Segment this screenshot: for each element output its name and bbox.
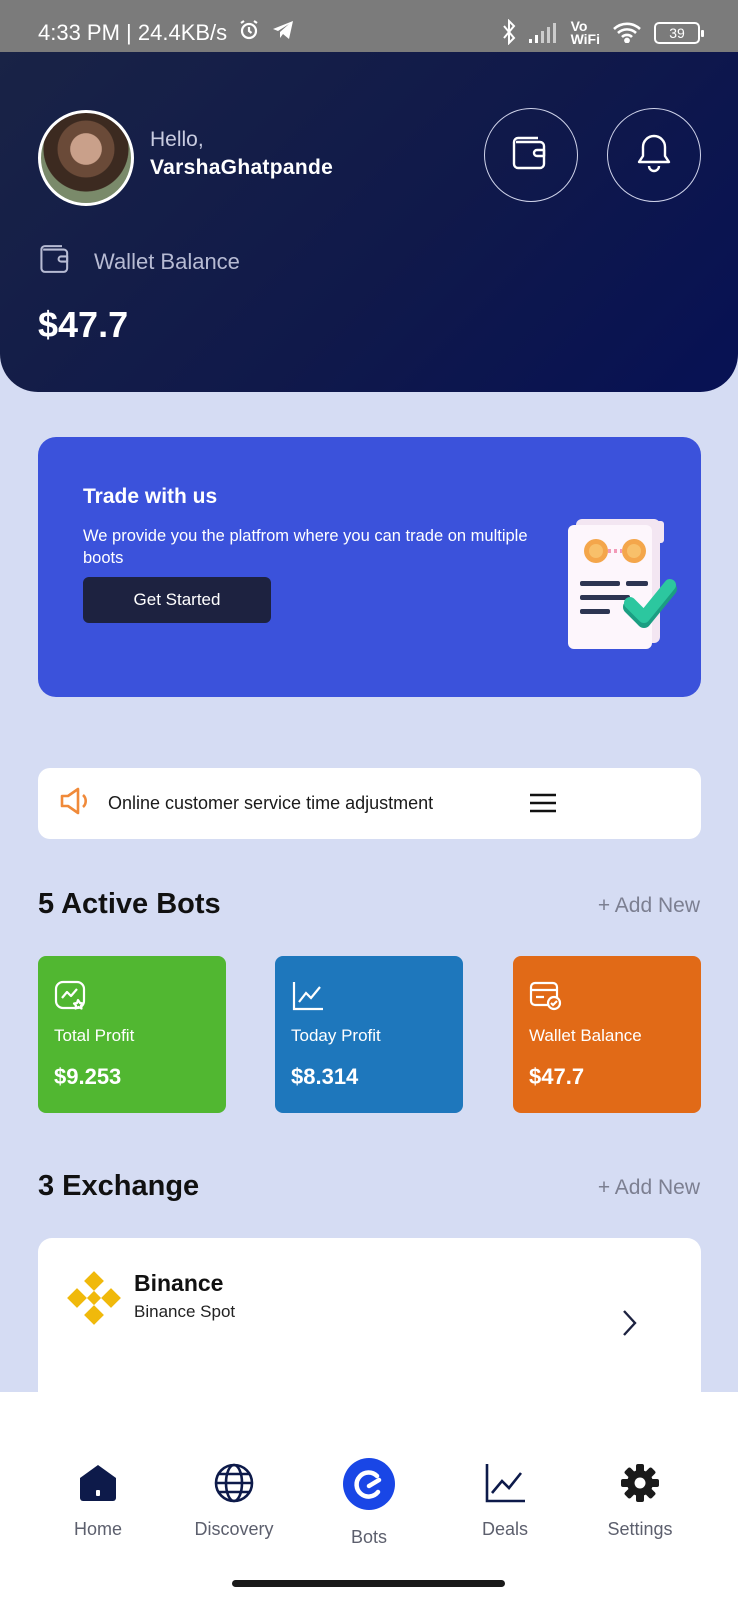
nav-home-label: Home bbox=[73, 1519, 122, 1539]
get-started-button[interactable]: Get Started bbox=[83, 577, 271, 623]
nav-bots[interactable]: Bots bbox=[314, 1456, 424, 1548]
speaker-icon bbox=[58, 786, 92, 821]
alarm-icon bbox=[237, 18, 261, 48]
wallet-balance-row: Wallet Balance bbox=[38, 242, 240, 281]
document-check-illustration bbox=[538, 515, 678, 660]
stat-label: Today Profit bbox=[291, 1026, 381, 1045]
promo-banner: Trade with us We provide you the platfro… bbox=[38, 437, 701, 697]
globe-icon bbox=[212, 1462, 256, 1509]
exchange-subtitle: Binance Spot bbox=[134, 1302, 236, 1321]
greeting: Hello, bbox=[150, 128, 204, 151]
today-profit-card[interactable]: Today Profit $8.314 bbox=[275, 956, 463, 1113]
username: VarshaGhatpande bbox=[150, 156, 334, 179]
nav-deals-label: Deals bbox=[481, 1519, 529, 1539]
telegram-icon bbox=[271, 19, 295, 47]
card-check-icon bbox=[529, 980, 563, 1017]
wallet-balance-label: Wallet Balance bbox=[94, 248, 240, 274]
wifi-icon bbox=[612, 21, 642, 46]
chevron-right-icon[interactable] bbox=[620, 1308, 638, 1343]
wallet-icon bbox=[38, 242, 74, 281]
battery-indicator: 39 bbox=[654, 22, 704, 44]
volte-label: Vo WiFi bbox=[570, 18, 600, 47]
binance-logo-icon bbox=[66, 1270, 122, 1331]
wallet-balance-card[interactable]: Wallet Balance $47.7 bbox=[513, 956, 701, 1113]
avatar[interactable] bbox=[38, 110, 134, 206]
notification-button[interactable] bbox=[607, 108, 701, 202]
nav-settings[interactable]: Settings bbox=[585, 1462, 695, 1540]
exchange-title: 3 Exchange bbox=[38, 1170, 200, 1202]
menu-icon[interactable] bbox=[528, 792, 558, 819]
nav-discovery-label: Discovery bbox=[194, 1519, 274, 1539]
wallet-icon bbox=[510, 134, 552, 177]
bluetooth-icon bbox=[501, 18, 517, 48]
line-chart-icon bbox=[483, 1462, 527, 1509]
home-indicator[interactable] bbox=[232, 1580, 505, 1587]
wallet-button[interactable] bbox=[484, 108, 578, 202]
stat-value: $8.314 bbox=[291, 1064, 359, 1089]
bottom-navigation: Home Discovery Bots Deals Settings bbox=[0, 1392, 738, 1600]
stat-value: $47.7 bbox=[529, 1064, 585, 1089]
nav-settings-label: Settings bbox=[607, 1519, 673, 1539]
status-time: 4:33 PM | 24.4KB/s bbox=[38, 20, 228, 45]
bots-icon bbox=[341, 1456, 397, 1517]
bell-icon bbox=[634, 132, 674, 179]
header-card: Hello, VarshaGhatpande Wallet Balance $4… bbox=[0, 52, 738, 392]
signal-icon bbox=[528, 21, 559, 46]
exchange-name: Binance bbox=[134, 1270, 224, 1296]
stat-value: $9.253 bbox=[54, 1064, 122, 1089]
total-profit-card[interactable]: Total Profit $9.253 bbox=[38, 956, 226, 1113]
line-chart-icon bbox=[291, 980, 325, 1017]
add-bot-button[interactable]: + Add New bbox=[598, 894, 700, 918]
gear-icon bbox=[618, 1462, 662, 1509]
wallet-balance-value: $47.7 bbox=[38, 304, 129, 345]
stat-label: Wallet Balance bbox=[529, 1026, 642, 1045]
promo-title: Trade with us bbox=[83, 485, 218, 508]
nav-deals[interactable]: Deals bbox=[450, 1462, 560, 1540]
nav-bots-label: Bots bbox=[350, 1527, 388, 1547]
nav-home[interactable]: Home bbox=[43, 1462, 153, 1540]
add-exchange-button[interactable]: + Add New bbox=[598, 1176, 700, 1200]
announcement-text: Online customer service time adjustment bbox=[108, 793, 434, 813]
stat-label: Total Profit bbox=[54, 1026, 135, 1045]
announcement-bar[interactable]: Online customer service time adjustment bbox=[38, 768, 701, 839]
active-bots-title: 5 Active Bots bbox=[38, 888, 221, 920]
home-icon bbox=[76, 1462, 120, 1509]
nav-discovery[interactable]: Discovery bbox=[179, 1462, 289, 1540]
promo-description: We provide you the platfrom where you ca… bbox=[83, 527, 528, 567]
chart-star-icon bbox=[54, 980, 88, 1017]
